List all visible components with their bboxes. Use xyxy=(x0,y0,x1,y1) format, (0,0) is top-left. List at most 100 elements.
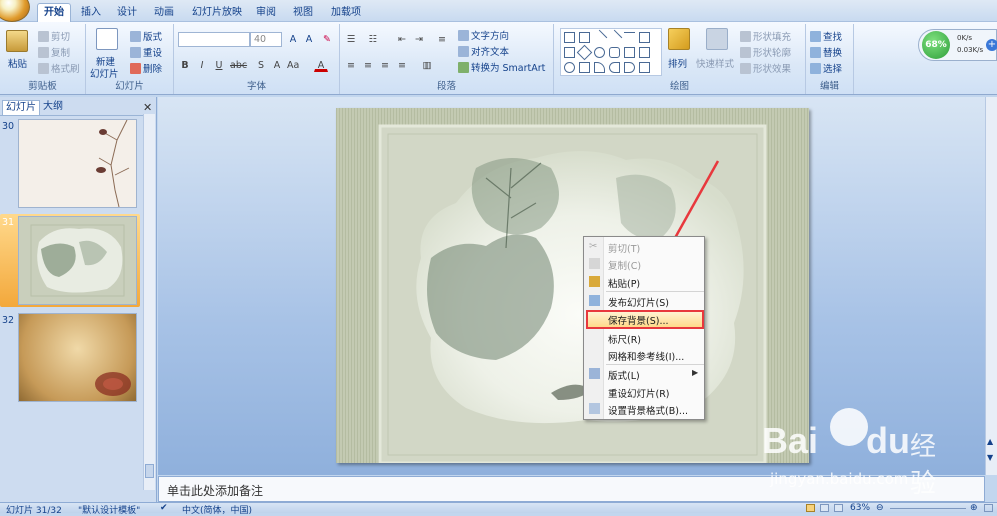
menu-item-format-background[interactable]: 设置背景格式(B)... xyxy=(608,403,688,417)
replace-button[interactable]: 替换 xyxy=(810,45,842,59)
line-shape-icon[interactable] xyxy=(591,29,608,46)
align-center-button[interactable]: ≡ xyxy=(361,58,375,72)
diamond-shape-icon[interactable] xyxy=(576,44,593,61)
delete-button[interactable]: 删除 xyxy=(130,61,162,75)
slide-thumbnail-31[interactable] xyxy=(18,216,137,305)
layout-button[interactable]: 版式 xyxy=(130,29,162,43)
menu-item-publish-slides[interactable]: 发布幻灯片(S) xyxy=(608,295,669,309)
line-spacing-button[interactable]: ≡ xyxy=(435,32,449,46)
copy-button[interactable]: 复制 xyxy=(38,45,70,59)
curve-shape-icon[interactable] xyxy=(594,62,605,73)
arrange-button[interactable]: 排列 xyxy=(668,56,687,70)
char-spacing-button[interactable]: A xyxy=(270,58,284,72)
slide-thumbnail-30[interactable] xyxy=(18,119,137,208)
zoom-in-icon[interactable]: ⊕ xyxy=(970,503,978,513)
clear-format-button[interactable]: ✎ xyxy=(320,32,334,46)
shape-outline-button[interactable]: 形状轮廓 xyxy=(740,45,791,59)
menu-item-grid-guides[interactable]: 网格和参考线(I)... xyxy=(608,349,684,363)
sorter-view-icon[interactable] xyxy=(820,504,829,512)
menu-item-paste[interactable]: 粘贴(P) xyxy=(608,276,640,290)
scroll-thumb[interactable] xyxy=(145,464,154,478)
next-slide-icon[interactable]: ▼ xyxy=(987,453,996,462)
align-text-button[interactable]: 对齐文本 xyxy=(458,44,509,58)
tab-home[interactable]: 开始 xyxy=(37,3,71,23)
zoom-level[interactable]: 63% xyxy=(850,503,870,513)
plus-icon[interactable]: + xyxy=(986,39,997,51)
paste-button[interactable]: 粘贴 xyxy=(8,56,27,70)
tab-review[interactable]: 审阅 xyxy=(253,4,279,22)
tab-slideshow[interactable]: 幻灯片放映 xyxy=(187,4,247,22)
font-name-input[interactable] xyxy=(178,32,250,47)
increase-indent-button[interactable]: ⇥ xyxy=(412,32,426,46)
normal-view-icon[interactable] xyxy=(806,504,815,512)
reset-button[interactable]: 重设 xyxy=(130,45,162,59)
grow-font-button[interactable]: A xyxy=(286,32,300,46)
format-painter-button[interactable]: 格式刷 xyxy=(38,61,80,75)
select-button[interactable]: 选择 xyxy=(810,61,842,75)
shadow-button[interactable]: S xyxy=(254,58,268,72)
align-right-button[interactable]: ≡ xyxy=(378,58,392,72)
align-left-button[interactable]: ≡ xyxy=(344,58,358,72)
justify-button[interactable]: ≡ xyxy=(395,58,409,72)
rect-shape-icon[interactable] xyxy=(564,32,575,43)
strikethrough-button[interactable]: abc xyxy=(229,58,247,72)
bold-button[interactable]: B xyxy=(178,58,192,72)
menu-item-ruler[interactable]: 标尺(R) xyxy=(608,332,641,346)
hline-shape-icon[interactable] xyxy=(624,32,635,43)
shapes-gallery[interactable] xyxy=(560,28,662,76)
zoom-out-icon[interactable]: ⊖ xyxy=(876,503,884,513)
slide-canvas[interactable] xyxy=(336,108,809,465)
text-direction-button[interactable]: 文字方向 xyxy=(458,28,509,42)
tab-animation[interactable]: 动画 xyxy=(151,4,177,22)
bullets-button[interactable]: ☰ xyxy=(344,32,358,46)
oval-shape-icon[interactable] xyxy=(594,47,605,58)
menu-item-reset-slide[interactable]: 重设幻灯片(R) xyxy=(608,386,670,400)
columns-button[interactable]: ▥ xyxy=(420,58,434,72)
shape-effects-button[interactable]: 形状效果 xyxy=(740,61,791,75)
language-indicator[interactable]: 中文(简体，中国) xyxy=(182,503,252,516)
spellcheck-icon[interactable]: ✔ xyxy=(160,503,168,513)
tab-outline[interactable]: 大纲 xyxy=(40,100,66,115)
circle-shape-icon[interactable] xyxy=(564,62,575,73)
underline-button[interactable]: U xyxy=(212,58,226,72)
find-button[interactable]: 查找 xyxy=(810,29,842,43)
arrow-right-shape-icon[interactable] xyxy=(624,47,635,58)
font-size-input[interactable]: 40 xyxy=(250,32,282,47)
tab-slides[interactable]: 幻灯片 xyxy=(2,100,40,115)
font-color-button[interactable]: A xyxy=(314,58,328,72)
slide-thumbnail-32[interactable] xyxy=(18,313,137,402)
numbering-button[interactable]: ☷ xyxy=(366,32,380,46)
decrease-indent-button[interactable]: ⇤ xyxy=(395,32,409,46)
slide-scrollbar[interactable]: ▲ ▼ xyxy=(985,97,997,475)
rect2-shape-icon[interactable] xyxy=(564,47,575,58)
shrink-font-button[interactable]: A xyxy=(302,32,316,46)
theme-name[interactable]: "默认设计模板" xyxy=(78,503,140,516)
square-shape-icon[interactable] xyxy=(639,32,650,43)
arrow-down-shape-icon[interactable] xyxy=(639,47,650,58)
quick-styles-button[interactable]: 快速样式 xyxy=(696,56,734,70)
menu-item-save-background[interactable]: 保存背景(S)... xyxy=(608,313,669,327)
tab-design[interactable]: 设计 xyxy=(114,4,140,22)
tab-view[interactable]: 视图 xyxy=(290,4,316,22)
textbox-shape-icon[interactable] xyxy=(579,32,590,43)
menu-item-cut[interactable]: 剪切(T) xyxy=(608,241,640,255)
brace-shape-icon[interactable] xyxy=(624,62,635,73)
prev-slide-icon[interactable]: ▲ xyxy=(987,437,996,446)
menu-item-layout[interactable]: 版式(L) xyxy=(608,368,640,382)
menu-item-copy[interactable]: 复制(C) xyxy=(608,258,641,272)
close-pane-icon[interactable]: ✕ xyxy=(143,101,152,114)
zoom-slider[interactable] xyxy=(890,508,966,509)
smartart-button[interactable]: 转换为 SmartArt xyxy=(458,60,545,74)
tab-addins[interactable]: 加载项 xyxy=(326,4,366,22)
slides-pane-scrollbar[interactable] xyxy=(143,114,155,490)
tab-insert[interactable]: 插入 xyxy=(78,4,104,22)
arrow-shape-icon[interactable] xyxy=(606,29,623,46)
office-button[interactable] xyxy=(0,0,30,22)
shape-fill-button[interactable]: 形状填充 xyxy=(740,29,791,43)
italic-button[interactable]: I xyxy=(195,58,209,72)
star-shape-icon[interactable] xyxy=(639,62,650,73)
cut-button[interactable]: 剪切 xyxy=(38,29,70,43)
fit-window-icon[interactable] xyxy=(984,504,993,512)
triangle-shape-icon[interactable] xyxy=(579,62,590,73)
change-case-button[interactable]: Aa xyxy=(286,58,300,72)
